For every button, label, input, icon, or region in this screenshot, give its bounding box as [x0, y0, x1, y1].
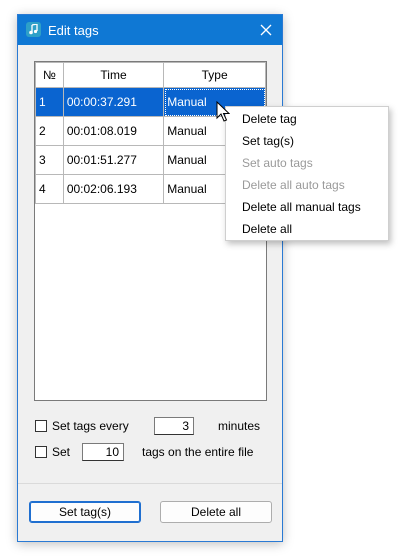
title-bar: Edit tags: [18, 15, 282, 45]
divider: [18, 483, 282, 484]
row-time: 00:00:37.291: [62, 87, 165, 117]
interval-checkbox[interactable]: [35, 420, 47, 432]
column-header-type[interactable]: Type: [163, 62, 266, 88]
interval-minutes-input[interactable]: 3: [154, 417, 194, 435]
menu-item-set-auto-tags: Set auto tags: [242, 156, 313, 170]
row-time: 00:02:06.193: [62, 174, 165, 204]
row-number: 1: [35, 87, 64, 117]
edit-tags-dialog: Edit tags № Time Type 1 00:00:37.291 Man…: [17, 14, 283, 542]
count-suffix-label: tags on the entire file: [142, 445, 254, 459]
menu-item-delete-all[interactable]: Delete all: [242, 219, 292, 239]
column-header-time[interactable]: Time: [62, 62, 165, 88]
count-checkbox[interactable]: [35, 446, 47, 458]
delete-all-button[interactable]: Delete all: [160, 501, 272, 523]
menu-item-delete-tag[interactable]: Delete tag: [242, 109, 297, 129]
context-menu: Delete tag Set tag(s) Set auto tags Dele…: [225, 106, 389, 241]
interval-label: Set tags every: [52, 419, 129, 433]
count-label: Set: [52, 445, 71, 459]
menu-item-delete-all-auto-tags: Delete all auto tags: [242, 178, 345, 192]
menu-item-delete-all-manual-tags[interactable]: Delete all manual tags: [242, 197, 361, 217]
tag-count-input[interactable]: 10: [82, 443, 124, 461]
set-tags-button[interactable]: Set tag(s): [29, 501, 141, 523]
column-header-number[interactable]: №: [35, 62, 64, 88]
menu-item-set-tags[interactable]: Set tag(s): [242, 131, 294, 151]
row-number: 3: [35, 145, 64, 175]
mouse-pointer-icon: [216, 101, 230, 122]
close-icon: [260, 24, 272, 36]
row-time: 00:01:51.277: [62, 145, 165, 175]
row-number: 2: [35, 116, 64, 146]
interval-unit-label: minutes: [218, 419, 261, 433]
table-header-row: № Time Type: [35, 62, 266, 88]
music-note-icon: [26, 22, 41, 37]
row-number: 4: [35, 174, 64, 204]
close-button[interactable]: [250, 15, 282, 45]
window-title: Edit tags: [48, 23, 99, 38]
row-time: 00:01:08.019: [62, 116, 165, 146]
